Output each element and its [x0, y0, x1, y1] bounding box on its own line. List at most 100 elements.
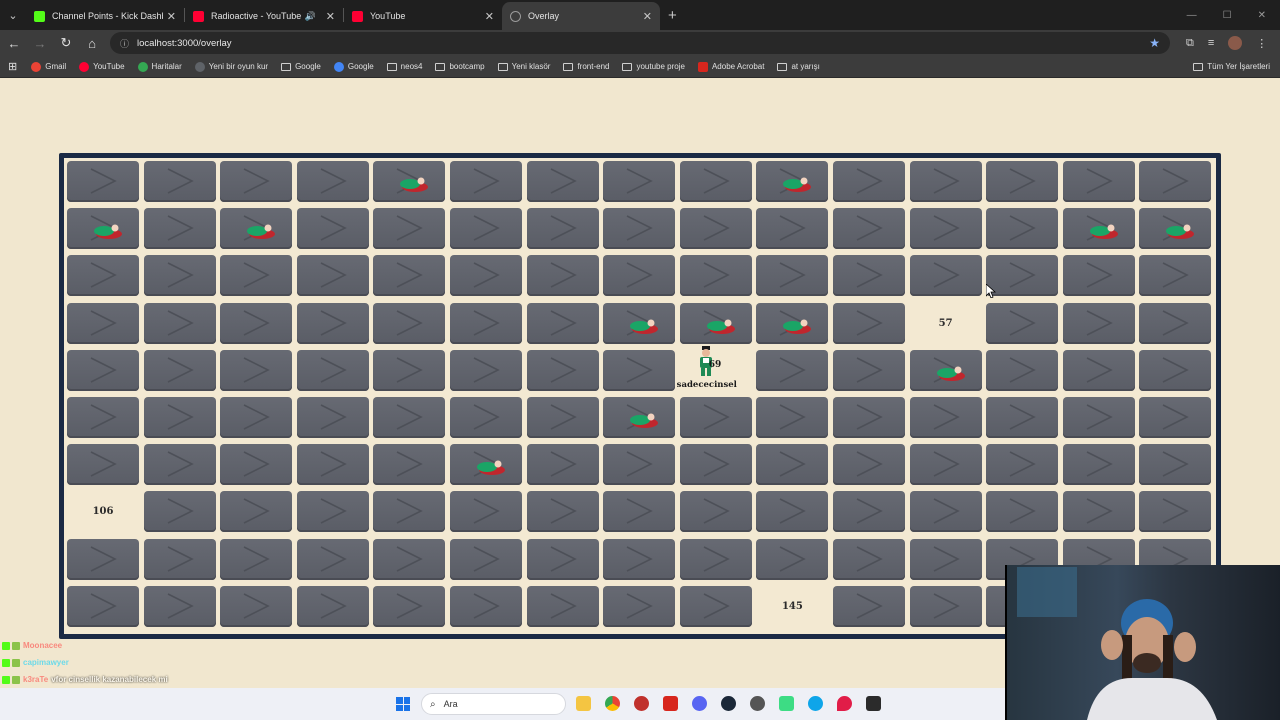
windows-start-icon[interactable]	[396, 697, 410, 711]
arrow-right-icon	[90, 451, 117, 477]
arrow-right-icon	[243, 451, 270, 477]
bookmark-item[interactable]: youtube proje	[622, 62, 685, 72]
discord-icon[interactable]	[692, 696, 707, 711]
board-cell	[220, 161, 293, 202]
bookmark-item[interactable]: front-end	[563, 62, 609, 72]
arrow-right-icon	[397, 357, 424, 383]
close-window-button[interactable]: ✕	[1258, 10, 1266, 21]
maps-icon	[137, 61, 148, 72]
gmail-icon	[31, 61, 42, 72]
tab-kick[interactable]: Channel Points - Kick Dashboar ✕	[26, 2, 184, 30]
bookmark-item[interactable]: Adobe Acrobat	[697, 61, 764, 72]
bookmark-item[interactable]: Gmail	[31, 61, 66, 72]
arrow-right-icon	[703, 168, 730, 194]
bookmark-item[interactable]: Haritalar	[137, 61, 182, 72]
close-icon[interactable]: ✕	[326, 10, 335, 23]
blob-token-icon	[783, 177, 812, 192]
board-cell	[1139, 208, 1212, 250]
taskbar-search[interactable]: ⌕ Ara	[421, 693, 566, 715]
board-cell	[296, 444, 369, 486]
arrow-right-icon	[703, 262, 730, 289]
board-cell	[833, 208, 905, 250]
board-cell	[986, 161, 1059, 202]
arrow-right-icon	[856, 593, 883, 619]
bookmark-item[interactable]: neos4	[386, 62, 422, 72]
maps-pin-icon[interactable]	[837, 696, 852, 711]
forward-button[interactable]: →	[28, 31, 52, 55]
site-info-icon[interactable]: ⓘ	[120, 37, 129, 50]
minimize-button[interactable]: —	[1187, 10, 1197, 21]
arrow-right-icon	[1163, 309, 1190, 336]
media-controls-icon[interactable]: ≡	[1208, 37, 1214, 49]
browser-icon[interactable]	[808, 696, 823, 711]
bookmark-star-icon[interactable]: ★	[1149, 36, 1160, 50]
apps-icon[interactable]: ⊞	[8, 60, 17, 73]
play-icon[interactable]	[779, 696, 794, 711]
board-cell	[1139, 302, 1212, 344]
board-cell	[220, 302, 293, 344]
tab-radioactive[interactable]: Radioactive - YouTube 🔊 ✕	[185, 2, 343, 30]
kick-badge-icon	[2, 641, 10, 650]
arrow-right-icon	[167, 593, 194, 619]
acrobat-icon[interactable]	[663, 696, 678, 711]
chrome-icon[interactable]	[605, 696, 620, 711]
file-explorer-icon[interactable]	[576, 696, 591, 711]
arrow-right-icon	[90, 168, 117, 194]
home-button[interactable]: ⌂	[80, 31, 104, 55]
board-cell	[1139, 349, 1212, 391]
player-name: sadececinsel	[676, 379, 737, 390]
arrow-right-icon	[1009, 168, 1036, 194]
tab-search-icon[interactable]: ⌄	[0, 0, 26, 30]
reload-button[interactable]: ↻	[54, 31, 78, 55]
arrow-right-icon	[856, 168, 883, 194]
close-icon[interactable]: ✕	[643, 10, 652, 23]
tab-youtube[interactable]: YouTube ✕	[344, 2, 502, 30]
back-button[interactable]: ←	[2, 31, 26, 55]
board-cell	[909, 585, 982, 627]
arrow-right-icon	[626, 215, 653, 241]
board-cell	[450, 491, 522, 533]
youtube-icon	[79, 61, 90, 72]
bookmark-item[interactable]: Google	[333, 61, 374, 72]
speaker-icon[interactable]: 🔊	[305, 11, 316, 22]
all-bookmarks-button[interactable]: Tüm Yer İşaretleri	[1193, 62, 1270, 71]
extensions-icon[interactable]: ⧉	[1186, 37, 1194, 50]
board-cell	[756, 208, 829, 250]
arrow-right-icon	[243, 262, 270, 289]
folder-icon	[497, 62, 508, 71]
board-cell: 145	[756, 586, 828, 627]
steam-icon[interactable]	[721, 696, 736, 711]
close-icon[interactable]: ✕	[167, 10, 176, 23]
chrome-active-icon[interactable]	[750, 696, 765, 711]
bookmark-item[interactable]: bootcamp	[435, 62, 485, 72]
board-cell	[986, 208, 1059, 250]
board-cell	[373, 255, 446, 297]
bookmark-item[interactable]: Google	[281, 62, 321, 72]
bookmark-item[interactable]: YouTube	[79, 61, 125, 72]
bookmark-item[interactable]: Yeni bir oyun kur	[194, 61, 268, 72]
bookmark-item[interactable]: Yeni klasör	[497, 62, 550, 72]
maximize-button[interactable]: ☐	[1223, 10, 1232, 21]
profile-avatar[interactable]	[1228, 36, 1243, 50]
arrow-right-icon	[243, 168, 270, 194]
arrow-right-icon	[933, 404, 960, 430]
bookmark-item[interactable]: at yarışı	[777, 62, 820, 72]
terminal-icon[interactable]	[866, 696, 881, 711]
arrow-right-icon	[320, 498, 347, 525]
board-cell	[679, 302, 752, 344]
arrow-right-icon	[320, 593, 347, 619]
tab-overlay[interactable]: Overlay ✕	[502, 2, 660, 30]
arrow-right-icon	[1086, 168, 1113, 194]
address-bar[interactable]: ⓘ localhost:3000/overlay ★	[110, 32, 1170, 54]
board-cell	[450, 444, 522, 486]
blob-token-icon	[94, 224, 122, 240]
close-icon[interactable]: ✕	[485, 10, 494, 23]
obs-icon[interactable]	[634, 696, 649, 711]
board-cell	[67, 444, 139, 486]
arrow-right-icon	[167, 168, 194, 194]
menu-icon[interactable]: ⋮	[1256, 37, 1267, 50]
bookmark-label: bootcamp	[449, 62, 485, 71]
board-cell	[756, 538, 829, 580]
arrow-right-icon	[320, 309, 347, 336]
new-tab-button[interactable]: +	[668, 7, 677, 24]
